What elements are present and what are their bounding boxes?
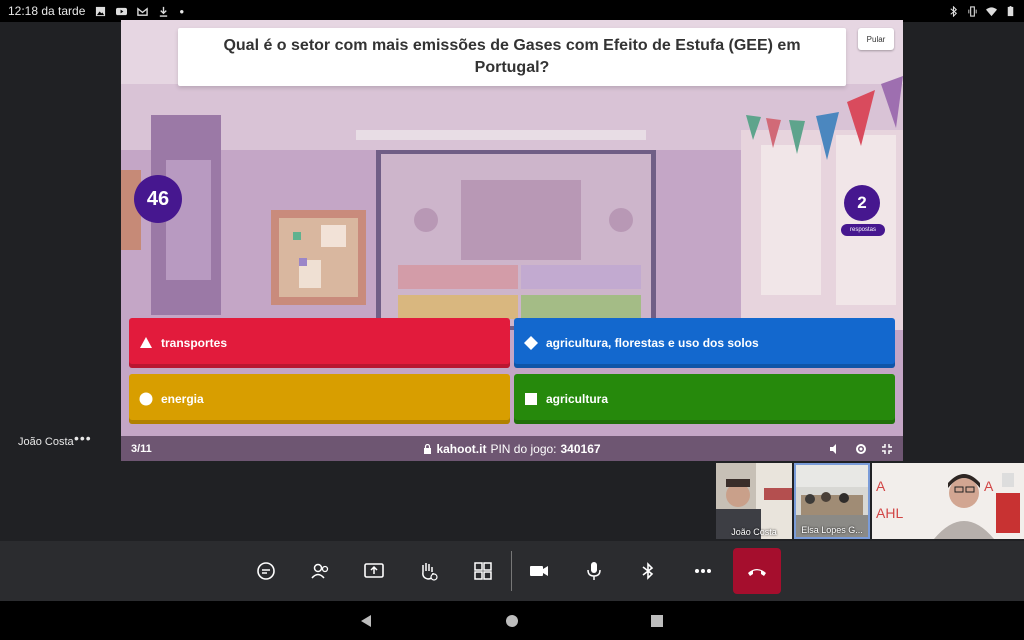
answer-label: agricultura — [546, 392, 609, 406]
answers-label: respostas — [841, 224, 885, 236]
participant-tile[interactable]: A AHL A — [872, 463, 1024, 539]
back-button[interactable] — [358, 613, 374, 629]
question-progress: 3/11 — [131, 442, 152, 455]
share-screen-button[interactable] — [358, 555, 390, 587]
apps-icon — [474, 562, 492, 580]
microphone-icon — [587, 562, 601, 580]
countdown-timer: 46 — [134, 175, 182, 223]
more-options-button[interactable] — [687, 555, 719, 587]
bluetooth-icon — [642, 562, 654, 580]
bluetooth-button[interactable] — [632, 555, 664, 587]
answer-label: agricultura, florestas e uso dos solos — [546, 336, 759, 350]
kahoot-shared-screen: Qual é o setor com mais emissões de Gase… — [121, 20, 903, 461]
participant-video: A AHL A — [872, 463, 1024, 539]
answer-label: energia — [161, 392, 204, 406]
skip-button[interactable]: Pular — [858, 28, 894, 50]
download-notification-icon — [160, 6, 168, 17]
home-button[interactable] — [504, 613, 520, 629]
question-text: Qual é o setor com mais emissões de Gase… — [178, 28, 846, 86]
home-icon — [506, 615, 518, 627]
people-button[interactable] — [304, 555, 336, 587]
volume-icon[interactable] — [829, 443, 841, 455]
game-pin: 340167 — [560, 441, 601, 456]
youtube-notification-icon — [116, 7, 128, 15]
camera-button[interactable] — [523, 555, 555, 587]
recents-button[interactable] — [649, 613, 665, 629]
raise-hand-icon — [422, 563, 438, 581]
svg-text:A: A — [876, 478, 886, 494]
status-bar: 12:18 da tarde ● — [0, 0, 1024, 22]
kahoot-site: kahoot.it — [436, 441, 487, 456]
toolbar-divider — [511, 551, 512, 591]
microphone-button[interactable] — [578, 555, 610, 587]
exit-fullscreen-icon[interactable] — [881, 443, 893, 455]
presenter-more-button[interactable]: ••• — [74, 430, 92, 446]
raise-hand-button[interactable] — [412, 555, 444, 587]
battery-status-icon — [1007, 5, 1014, 16]
answer-option-2[interactable]: agricultura, florestas e uso dos solos — [514, 318, 895, 368]
apps-button[interactable] — [467, 555, 499, 587]
recents-icon — [651, 615, 663, 627]
android-nav-bar — [0, 601, 1024, 640]
camera-icon — [530, 566, 548, 576]
gmail-notification-icon — [137, 6, 149, 16]
diamond-icon — [524, 336, 538, 350]
kahoot-footer: 3/11 kahoot.it PIN do jogo: 340167 — [121, 436, 903, 461]
game-pin-info: kahoot.it PIN do jogo: 340167 — [121, 442, 903, 456]
hang-up-button[interactable] — [733, 548, 781, 594]
chat-icon — [257, 562, 275, 580]
back-icon — [361, 615, 371, 627]
answer-option-4[interactable]: agricultura — [514, 374, 895, 424]
svg-text:A: A — [984, 478, 994, 494]
lock-icon — [424, 443, 432, 454]
participant-tile[interactable]: Elsa Lopes G... — [794, 463, 870, 539]
participant-tile[interactable]: João Costa — [716, 463, 792, 539]
vibrate-status-icon — [968, 5, 977, 17]
more-icon — [695, 569, 711, 573]
hang-up-icon — [748, 569, 766, 576]
bluetooth-status-icon — [950, 5, 958, 17]
answer-option-3[interactable]: energia — [129, 374, 510, 424]
more-notifications-dot: ● — [179, 6, 185, 16]
share-screen-icon — [364, 563, 384, 578]
answers-count: 2 — [844, 185, 880, 221]
meeting-toolbar — [0, 541, 1024, 601]
participant-name: Elsa Lopes G... — [801, 525, 863, 535]
settings-icon[interactable] — [855, 443, 867, 455]
people-icon — [311, 563, 329, 579]
chat-button[interactable] — [250, 555, 282, 587]
pin-label: PIN do jogo: — [490, 441, 557, 456]
status-time: 12:18 da tarde — [8, 4, 86, 18]
screen: 12:18 da tarde ● Qual é o setor com mais… — [0, 0, 1024, 640]
gallery-notification-icon — [96, 6, 106, 16]
svg-text:AHL: AHL — [876, 505, 903, 521]
answer-option-1[interactable]: transportes — [129, 318, 510, 368]
circle-icon — [139, 392, 153, 406]
square-icon — [524, 392, 538, 406]
participant-name: João Costa — [731, 527, 777, 537]
answer-label: transportes — [161, 336, 228, 350]
wifi-status-icon — [986, 6, 997, 16]
triangle-icon — [139, 336, 153, 350]
presenter-name: João Costa — [18, 436, 74, 448]
